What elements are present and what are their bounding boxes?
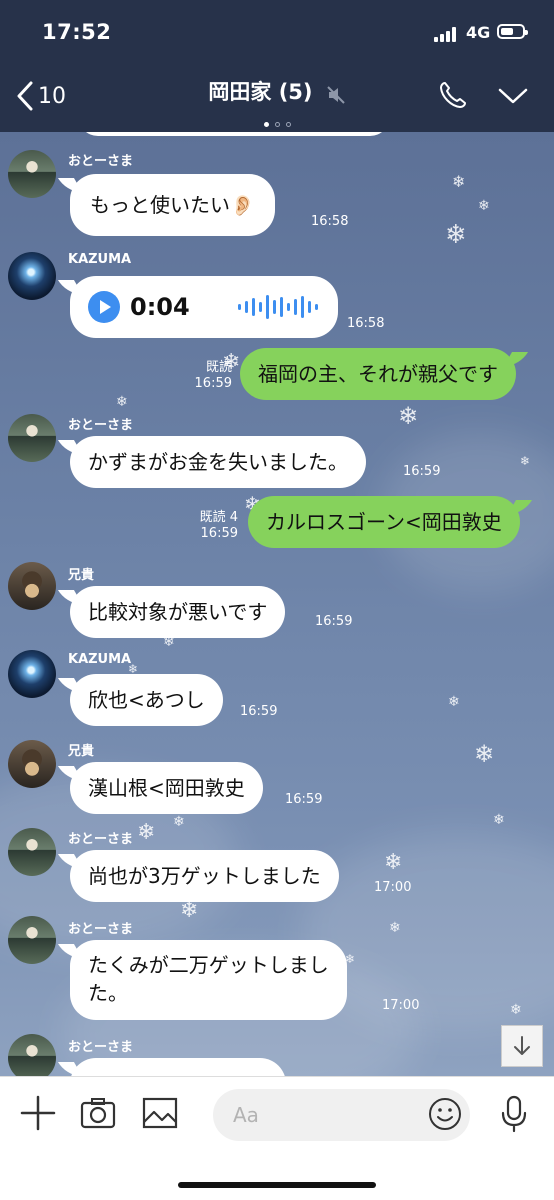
- emoji-button[interactable]: [428, 1097, 462, 1135]
- avatar[interactable]: [8, 1034, 56, 1076]
- voice-duration: 0:04: [130, 293, 190, 321]
- message-bubble[interactable]: たくみが二万ゲットしまし た。: [70, 940, 347, 1020]
- sender-name: 兄貴: [68, 568, 95, 583]
- avatar[interactable]: [8, 252, 56, 300]
- read-receipt: 既読 4 16:59: [199, 510, 238, 541]
- message-time: 16:58: [311, 214, 349, 229]
- chat-title: 岡田家 (5): [208, 80, 313, 104]
- avatar[interactable]: [8, 828, 56, 876]
- unread-count: 10: [38, 83, 66, 109]
- message-bubble-outgoing[interactable]: カルロスゴーン<岡田敦史: [248, 496, 520, 548]
- arrow-down-icon: [514, 1036, 530, 1055]
- avatar[interactable]: [8, 740, 56, 788]
- voice-message[interactable]: 0:04: [70, 276, 338, 338]
- message-bubble[interactable]: 比較対象が悪いです: [70, 586, 286, 638]
- status-bar: 17:52 4G: [0, 0, 554, 62]
- sender-name: おとーさま: [68, 418, 134, 433]
- sender-name: おとーさま: [68, 154, 134, 169]
- avatar[interactable]: [8, 650, 56, 698]
- message-bubble-partial[interactable]: [70, 1058, 286, 1076]
- page-dots: [0, 112, 554, 131]
- mute-icon: [326, 85, 345, 104]
- message-bubble-outgoing[interactable]: 福岡の主、それが親父です: [240, 348, 516, 400]
- chevron-down-icon: [498, 88, 528, 104]
- chat-area[interactable]: ❄ ❄ ❄ ❄ ❄ ❄ ❄ ❄ ❄ ❄ ❄ ❄ ❄ ❄ ❄ ❄ ❄ ❄ ❄ ❄ …: [0, 132, 554, 1076]
- home-indicator[interactable]: [178, 1182, 376, 1188]
- previous-message-bubble: [78, 132, 390, 136]
- back-button[interactable]: 10: [16, 76, 66, 116]
- sender-name: KAZUMA: [68, 252, 132, 267]
- sender-name: KAZUMA: [68, 652, 132, 667]
- message-time: 17:00: [374, 880, 412, 895]
- message-time: 16:58: [347, 316, 385, 331]
- read-receipt: 既読 16:59: [194, 360, 232, 391]
- status-time: 17:52: [42, 20, 112, 44]
- waveform-icon: [236, 292, 320, 322]
- phone-icon: [440, 82, 466, 108]
- message-time: 16:59: [315, 614, 353, 629]
- message-bubble[interactable]: 欣也<あつし: [70, 674, 223, 726]
- add-button[interactable]: [20, 1095, 56, 1135]
- camera-icon: [80, 1098, 116, 1129]
- message-time: 17:00: [382, 998, 420, 1013]
- call-button[interactable]: [438, 80, 468, 114]
- play-icon[interactable]: [88, 291, 120, 323]
- scroll-to-bottom-button[interactable]: [501, 1025, 543, 1067]
- network-type: 4G: [466, 23, 491, 42]
- avatar[interactable]: [8, 150, 56, 198]
- sender-name: おとーさま: [68, 832, 134, 847]
- message-bubble[interactable]: 尚也が3万ゲットしました: [70, 850, 339, 902]
- plus-icon: [20, 1095, 56, 1131]
- message-bubble[interactable]: かずまがお金を失いました。: [70, 436, 366, 488]
- message-bubble[interactable]: 漢山根<岡田敦史: [70, 762, 263, 814]
- menu-toggle-button[interactable]: [497, 86, 529, 110]
- signal-icon: [434, 26, 460, 42]
- avatar[interactable]: [8, 414, 56, 462]
- chat-header: 10 岡田家 (5): [0, 62, 554, 132]
- avatar[interactable]: [8, 562, 56, 610]
- microphone-icon: [501, 1095, 527, 1133]
- message-time: 16:59: [240, 704, 278, 719]
- sender-name: 兄貴: [68, 744, 95, 759]
- sender-name: おとーさま: [68, 1040, 134, 1055]
- smiley-icon: [429, 1098, 461, 1130]
- sender-name: おとーさま: [68, 922, 134, 937]
- message-time: 16:59: [403, 464, 441, 479]
- battery-icon: [497, 24, 528, 39]
- photo-button[interactable]: [142, 1095, 178, 1135]
- voice-record-button[interactable]: [500, 1095, 528, 1137]
- message-bubble[interactable]: もっと使いたい👂🏻: [70, 174, 275, 236]
- chevron-left-icon: [17, 81, 33, 111]
- camera-button[interactable]: [80, 1095, 116, 1135]
- message-time: 16:59: [285, 792, 323, 807]
- avatar[interactable]: [8, 916, 56, 964]
- image-icon: [142, 1097, 178, 1129]
